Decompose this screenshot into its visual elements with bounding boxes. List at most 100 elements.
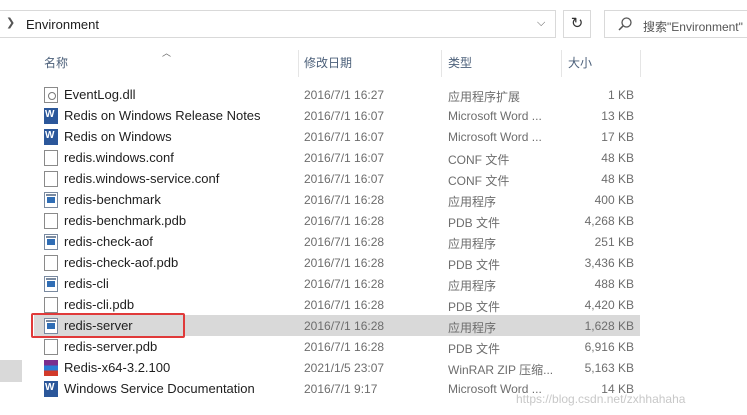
word-icon [44,129,58,145]
file-row[interactable]: redis.windows-service.conf 2016/7/1 16:07… [34,168,640,189]
file-row[interactable]: redis-benchmark 2016/7/1 16:28 应用程序 400 KB [34,189,640,210]
file-icon [44,297,58,313]
winrar-icon [44,360,58,376]
file-row[interactable]: redis-cli 2016/7/1 16:28 应用程序 488 KB [34,273,640,294]
column-header-date[interactable]: 修改日期 [304,50,440,76]
file-row[interactable]: redis.windows.conf 2016/7/1 16:07 CONF 文件 4… [34,147,640,168]
column-header-type[interactable]: 类型 [448,50,560,76]
file-size: 48 KB [601,151,634,165]
file-date: 2016/7/1 16:28 [304,214,385,228]
file-row[interactable]: redis-cli.pdb 2016/7/1 16:28 PDB 文件 4,420 K… [34,294,640,315]
file-type: 应用程序扩展 [448,90,521,104]
file-date: 2016/7/1 16:07 [304,130,385,144]
file-type: CONF 文件 [448,153,510,167]
file-icon [44,171,58,187]
search-placeholder: 搜索"Environment" [643,20,743,34]
file-type: CONF 文件 [448,174,510,188]
file-row[interactable]: redis-check-aof.pdb 2016/7/1 16:28 PDB 文件 3… [34,252,640,273]
column-divider[interactable] [561,50,562,77]
file-row[interactable]: Redis on Windows Release Notes 2016/7/1 1… [34,105,640,126]
file-type: Microsoft Word ... [448,130,542,144]
file-date: 2016/7/1 16:28 [304,340,385,354]
word-icon [44,108,58,124]
file-name: redis-cli [64,276,109,291]
file-date: 2021/1/5 23:07 [304,361,385,375]
word-icon [44,381,58,397]
file-size: 6,916 KB [584,340,634,354]
file-name: redis-check-aof.pdb [64,255,179,270]
file-date: 2016/7/1 16:28 [304,256,385,270]
file-date: 2016/7/1 16:28 [304,298,385,312]
file-size: 5,163 KB [584,361,634,375]
file-icon [44,213,58,229]
file-type: 应用程序 [448,237,497,251]
file-size: 4,268 KB [584,214,634,228]
file-row[interactable]: EventLog.dll 2016/7/1 16:27 应用程序扩展 1 KB [34,84,640,105]
file-name: redis.windows.conf [64,150,174,165]
file-icon [44,339,58,355]
file-type: PDB 文件 [448,216,501,230]
file-size: 3,436 KB [584,256,634,270]
file-date: 2016/7/1 16:28 [304,277,385,291]
address-bar[interactable]: ❯ Environment ⌵ [0,10,556,38]
file-type: WinRAR ZIP 压缩... [448,363,554,377]
file-date: 2016/7/1 16:28 [304,319,385,333]
column-divider[interactable] [441,50,442,77]
file-name: Redis-x64-3.2.100 [64,360,171,375]
file-name: redis-benchmark.pdb [64,213,187,228]
file-type: PDB 文件 [448,258,501,272]
file-type: PDB 文件 [448,342,501,356]
file-date: 2016/7/1 16:07 [304,151,385,165]
file-row[interactable]: Redis-x64-3.2.100 2021/1/5 23:07 WinRAR ZI… [34,357,640,378]
file-size: 4,420 KB [584,298,634,312]
column-header-size[interactable]: 大小 [568,50,638,76]
file-name: redis-cli.pdb [64,297,135,312]
file-date: 2016/7/1 16:28 [304,193,385,207]
search-icon [618,17,632,31]
file-name: Redis on Windows Release Notes [64,108,261,123]
file-name: redis-check-aof [64,234,153,249]
file-icon [44,150,58,166]
file-size: 251 KB [594,235,634,249]
refresh-button[interactable]: ↻ [563,10,591,38]
file-type: 应用程序 [448,321,497,335]
exe-icon [44,276,58,292]
search-input[interactable]: 搜索"Environment" [604,10,747,38]
file-type: 应用程序 [448,279,497,293]
column-divider[interactable] [298,50,299,77]
annotation-highlight-box [31,313,185,338]
breadcrumb-environment[interactable]: Environment [26,17,99,32]
file-type: Microsoft Word ... [448,109,542,123]
file-size: 1 KB [607,88,634,102]
file-name: Redis on Windows [64,129,172,144]
file-name: EventLog.dll [64,87,136,102]
file-size: 1,628 KB [584,319,634,333]
file-date: 2016/7/1 16:07 [304,109,385,123]
file-row[interactable]: redis-benchmark.pdb 2016/7/1 16:28 PDB 文件 4… [34,210,640,231]
file-size: 17 KB [601,130,634,144]
file-name: redis-server.pdb [64,339,158,354]
dll-icon [44,87,58,103]
exe-icon [44,234,58,250]
file-icon [44,255,58,271]
refresh-icon: ↻ [570,15,584,32]
file-size: 400 KB [594,193,634,207]
nav-selected-item[interactable] [0,360,22,382]
file-size: 488 KB [594,277,634,291]
file-name: redis-benchmark [64,192,161,207]
chevron-down-icon[interactable]: ⌵ [537,17,545,30]
navigation-pane[interactable] [0,38,22,415]
file-date: 2016/7/1 16:28 [304,235,385,249]
file-row[interactable]: Redis on Windows 2016/7/1 16:07 Microsoft … [34,126,640,147]
watermark: https://blog.csdn.net/zxhhahaha [516,392,686,406]
file-name: redis.windows-service.conf [64,171,220,186]
column-header-name[interactable]: 名称 [44,50,299,76]
file-size: 48 KB [601,172,634,186]
file-date: 2016/7/1 9:17 [304,382,378,396]
column-divider[interactable] [640,50,641,77]
exe-icon [44,192,58,208]
file-row[interactable]: redis-check-aof 2016/7/1 16:28 应用程序 251 KB [34,231,640,252]
file-name: Windows Service Documentation [64,381,255,396]
file-row[interactable]: redis-server.pdb 2016/7/1 16:28 PDB 文件 6,91… [34,336,640,357]
file-type: PDB 文件 [448,300,501,314]
